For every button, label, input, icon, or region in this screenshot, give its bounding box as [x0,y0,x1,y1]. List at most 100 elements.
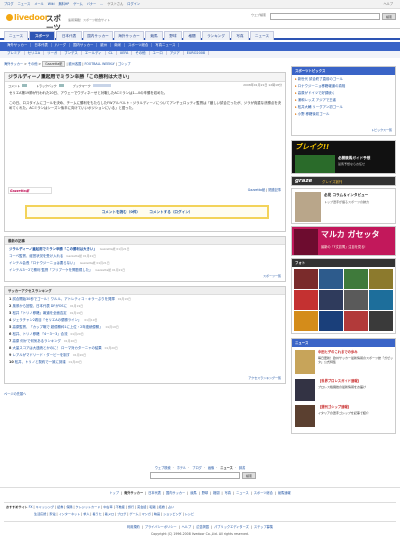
subnav-item[interactable]: スポーツ総合 [125,43,153,48]
login-link[interactable]: ログイン [127,2,140,6]
util-link[interactable]: メール [34,2,44,6]
rec-link[interactable]: インターネット [59,512,81,516]
photo-thumb[interactable] [344,311,368,331]
footer-link[interactable]: ヘルプ [182,525,192,529]
rec-link[interactable]: 中古車 [103,505,112,509]
ranking-item[interactable]: 6 松井、トリノ移籍 「4－3－3」合流 01月20日 [9,332,281,339]
topic-item[interactable]: ▸ 松井大輔 リーグアン初ゴール [295,105,392,112]
bookmark-label[interactable]: ブックマーク [73,84,91,88]
topic-item[interactable]: ▸ 新世代 試合終了直前のゴール [295,77,392,84]
subnav2-item[interactable]: ブンデス [61,50,82,55]
photo-thumb[interactable] [344,269,368,289]
photo-thumb[interactable] [369,311,393,331]
footer-link[interactable]: パブリックエディターズ [214,525,249,529]
topic-link[interactable]: ロナウジーニョ移籍報道の真相 [298,84,345,88]
footer-link[interactable]: ニュース [236,491,249,495]
footer-link[interactable]: 国内サッカー [166,491,185,495]
topic-item[interactable]: ▸ 小野 移籍後初ゴール [295,112,392,119]
rec-link[interactable]: 保険 [66,505,72,509]
web-search-input[interactable] [270,13,380,20]
rec-link[interactable]: 不動産 [116,505,125,509]
footer-search-tab[interactable]: ホテル [177,466,187,470]
subnav-item[interactable]: 海外サッカー [4,43,32,48]
rec-link[interactable]: FX [29,505,33,509]
news3-title[interactable]: 【週刊ゴシップ速報】 [318,405,394,409]
rec-link[interactable]: マンガ [142,512,151,516]
util-link[interactable]: ブログ [4,2,14,6]
article-link[interactable]: インテル会長「ロナウジーニョは要らない」 [9,261,77,265]
footer-link[interactable]: プライバシーポリシー [145,525,177,529]
list-item[interactable]: コーベ監督、経営状況を受け入れる Gazzetta紙 01月21日 [9,254,281,261]
topic-link[interactable]: 松井大輔 リーグアン初ゴール [298,105,343,109]
rec-link[interactable]: 生活応援 [34,512,46,516]
footer-search-input[interactable] [150,472,240,479]
photo-thumb[interactable] [369,290,393,310]
footer-search-tab-active[interactable]: ニュース [220,466,233,470]
rec-link[interactable]: 旅行 [128,505,134,509]
subnav2-item[interactable]: UEFA [117,50,133,55]
ranking-link[interactable]: 高原 何かで何気あるランキング [12,339,60,343]
footer-search-tab[interactable]: 画像 [208,466,214,470]
photo-thumb[interactable] [319,269,343,289]
rec-link[interactable]: 英会話 [137,505,146,509]
util-link[interactable]: ニュース [18,2,31,6]
rec-link[interactable]: 結婚 [159,505,165,509]
topic-item[interactable]: ▸ ロナウジーニョ移籍報道の真相 [295,84,392,91]
footer-link[interactable]: 野球 [202,491,208,495]
footer-search-button[interactable]: 検索 [242,472,256,479]
list-item[interactable]: ジラルディーノ重起用でミラン辛勝「この勝利は大きい」 Gazzetta紙 01月2… [9,247,281,254]
rec-link[interactable]: ブログ [117,512,126,516]
footer-link[interactable]: ステップ募集 [254,525,273,529]
trackback-count[interactable]: トラックバック [36,84,57,88]
ranking-link[interactable]: 風邪から回復、日本代表 DFがOSに [12,304,67,308]
util-link[interactable]: ゲーム [73,2,82,6]
footer-link[interactable]: 利用規約 [127,525,140,529]
article-link[interactable]: コーベ監督、経営状況を受け入れる [9,254,63,258]
ranking-link[interactable]: 松井、トリノ移籍 「4－3－3」合流 [12,332,67,336]
sports-list-link[interactable]: スポーツ一覧 [263,274,281,279]
tab-overseas-soccer[interactable]: 海外サッカー [114,31,144,40]
photo-thumb[interactable] [294,311,318,331]
ranking-more-link[interactable]: アクセスランキング一覧 [248,376,281,381]
source-link[interactable]: Gazzetta紙 [248,188,265,192]
subnav2-item[interactable]: プレミア [4,50,25,55]
photo-thumb[interactable] [319,290,343,310]
util-link[interactable]: ... [100,2,103,6]
util-link[interactable]: Wiki [48,2,55,6]
list-item[interactable]: インテル3－2で勝利 監督「フリブーケを問題視した」 Gazzetta紙 01月2… [9,268,281,275]
ranking-link[interactable]: 高原監督、「カップ戦で 超優勝枠1に上位・2年連続優勝」 [12,325,102,329]
footer-link[interactable]: トップ [109,491,119,495]
ranking-item[interactable]: 2 風邪から回復、日本代表 DFがOSに 01月19日 [9,304,281,311]
ranking-link[interactable]: 試合開始30秒でゴール！ワルル、アトレティコ・キラーぶりを発揮 [12,297,114,301]
ranking-link[interactable]: 松井「トリノ移籍」報道を全面否定 [12,311,66,315]
tab-fighting[interactable]: 格闘 [183,31,201,40]
photo-thumb[interactable] [294,269,318,289]
subnav-item[interactable]: 写真ニュース [152,43,180,48]
news3-thumb[interactable] [295,405,315,427]
footer-link[interactable]: 写真 [225,491,231,495]
photo-thumb[interactable] [344,290,368,310]
rec-link[interactable]: 着メロ [105,512,114,516]
photo-thumb[interactable] [369,269,393,289]
list-item[interactable]: インテル会長「ロナウジーニョは要らない」 Gazzetta紙 01月21日 [9,261,281,268]
subnav2-item[interactable]: セリエA [25,50,45,55]
tab-japan[interactable]: 日本代表 [56,31,82,40]
subnav2-item[interactable]: CL [106,50,117,55]
tab-sports[interactable]: スポーツ [29,31,55,40]
photo-thumb[interactable] [319,311,343,331]
tab-news[interactable]: ニュース [4,31,28,40]
footer-search-tab[interactable]: 辞書 [239,466,245,470]
rec-link[interactable]: 着うた [92,512,101,516]
ranking-link[interactable]: レアルがマドリード・ダービーを制す [12,353,70,357]
rec-link[interactable]: 証券 [57,505,63,509]
comment-count[interactable]: コメント [8,84,20,88]
topics-more-link[interactable]: トピックス一覧 [371,128,392,133]
news2-title[interactable]: 【世界プロレスガイド速報】 [318,379,394,383]
ranking-item[interactable]: 10 松井、トリノと契約で一致に到達 01月20日 [9,360,281,367]
subnav2-item[interactable]: リーガ [44,50,62,55]
subnav-item[interactable]: 日本代表 [31,43,52,48]
page-top-link[interactable]: ページの先頭へ [4,392,26,396]
tab-photo[interactable]: 写真 [231,31,249,40]
ranking-item[interactable]: 9 レアルがマドリード・ダービーを制す 01月20日 [9,353,281,360]
rec-link[interactable]: クレジットカード [76,505,101,509]
